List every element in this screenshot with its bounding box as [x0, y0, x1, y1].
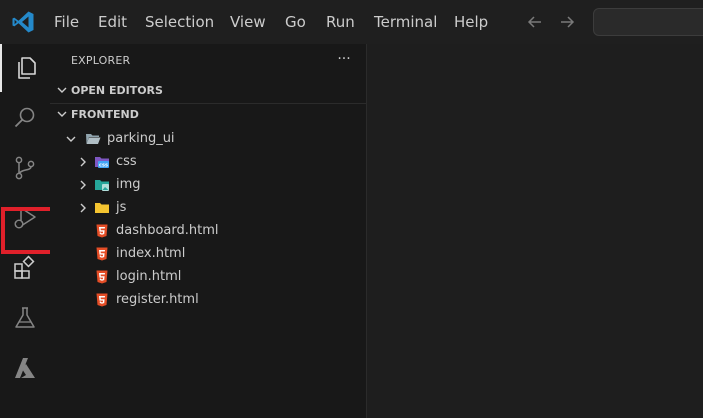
back-arrow-icon[interactable]	[525, 12, 545, 32]
sidebar-title: EXPLORER	[71, 54, 131, 67]
menu-go[interactable]: Go	[285, 11, 306, 33]
tree-item-label: parking_ui	[107, 131, 175, 146]
html-file-icon	[94, 292, 110, 308]
command-center-search[interactable]	[593, 8, 703, 36]
tree-file-register[interactable]: register.html	[50, 288, 367, 311]
chevron-right-icon	[80, 157, 86, 166]
folder-open-icon	[85, 131, 101, 147]
files-icon	[13, 55, 39, 81]
search-icon	[12, 105, 38, 131]
explorer-sidebar: EXPLORER ··· OPEN EDITORS FRONTEND parki…	[50, 44, 367, 418]
explorer-button[interactable]	[0, 44, 50, 92]
vscode-logo-icon	[11, 10, 35, 34]
img-folder-icon	[94, 177, 110, 193]
activity-bar	[0, 44, 50, 418]
extensions-button[interactable]	[0, 244, 50, 292]
tree-folder-img[interactable]: img	[50, 173, 367, 196]
open-editors-label: OPEN EDITORS	[71, 83, 163, 97]
html-file-icon	[94, 246, 110, 262]
tree-item-label: css	[116, 154, 137, 169]
forward-arrow-icon[interactable]	[557, 12, 577, 32]
chevron-down-icon	[57, 87, 67, 93]
html-file-icon	[94, 269, 110, 285]
menu-edit[interactable]: Edit	[98, 11, 127, 33]
tree-item-label: img	[116, 177, 141, 192]
tree-folder-js[interactable]: js	[50, 196, 367, 219]
frontend-section[interactable]: FRONTEND	[50, 103, 367, 125]
tree-file-dashboard[interactable]: dashboard.html	[50, 219, 367, 242]
tree-item-label: dashboard.html	[116, 223, 219, 238]
menu-terminal[interactable]: Terminal	[374, 11, 437, 33]
search-button[interactable]	[0, 94, 50, 142]
tree-item-label: register.html	[116, 292, 199, 307]
tree-item-label: index.html	[116, 246, 186, 261]
azure-icon	[12, 355, 38, 381]
tree-item-label: login.html	[116, 269, 182, 284]
source-control-icon	[12, 155, 38, 181]
azure-button[interactable]	[0, 344, 50, 392]
testing-button[interactable]	[0, 294, 50, 342]
run-debug-button[interactable]	[0, 194, 50, 242]
tree-folder-css[interactable]: css css	[50, 150, 367, 173]
title-bar: File Edit Selection View Go Run Terminal…	[0, 0, 703, 44]
chevron-down-icon	[57, 111, 67, 117]
extensions-icon	[12, 255, 38, 281]
menu-file[interactable]: File	[54, 11, 79, 33]
tree-file-index[interactable]: index.html	[50, 242, 367, 265]
more-actions-icon[interactable]: ···	[333, 50, 355, 72]
js-folder-icon	[94, 200, 110, 216]
tree-folder-parking-ui[interactable]: parking_ui	[50, 127, 367, 150]
chevron-down-icon	[66, 136, 76, 142]
html-file-icon	[94, 223, 110, 239]
chevron-right-icon	[80, 180, 86, 189]
css-folder-icon: css	[94, 154, 110, 170]
menu-selection[interactable]: Selection	[145, 11, 214, 33]
svg-text:css: css	[99, 162, 108, 168]
menu-help[interactable]: Help	[454, 11, 488, 33]
tree-file-login[interactable]: login.html	[50, 265, 367, 288]
menu-view[interactable]: View	[230, 11, 266, 33]
source-control-button[interactable]	[0, 144, 50, 192]
testing-flask-icon	[12, 305, 38, 331]
frontend-label: FRONTEND	[71, 107, 139, 121]
open-editors-section[interactable]: OPEN EDITORS	[50, 79, 367, 101]
run-debug-icon	[12, 205, 38, 231]
tree-item-label: js	[116, 200, 127, 215]
editor-area[interactable]	[368, 44, 703, 418]
menu-run[interactable]: Run	[326, 11, 355, 33]
chevron-right-icon	[80, 203, 86, 212]
